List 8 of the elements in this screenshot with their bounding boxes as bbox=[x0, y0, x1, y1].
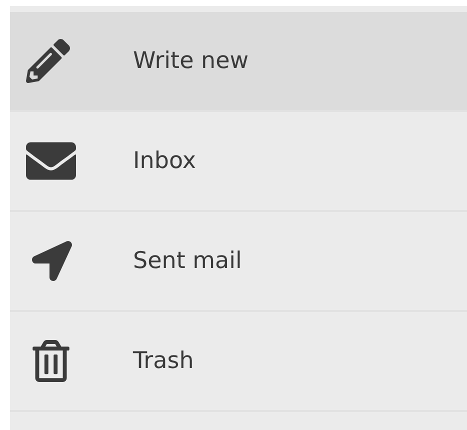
menu-item[interactable]: Write new bbox=[10, 12, 467, 112]
menu-item-label: Write new bbox=[133, 48, 249, 74]
trash-icon bbox=[30, 340, 72, 382]
menu-item-label: Trash bbox=[133, 348, 194, 374]
menu-item-label: Inbox bbox=[133, 148, 196, 174]
pencil-icon bbox=[26, 39, 70, 83]
arrow-icon bbox=[32, 241, 72, 281]
menu-item-label: Sent mail bbox=[133, 248, 242, 274]
